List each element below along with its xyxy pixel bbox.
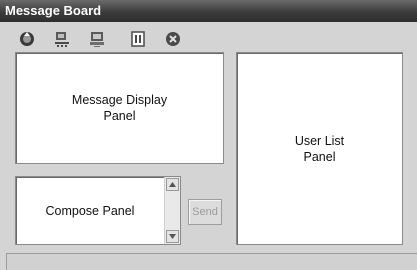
compose-input[interactable]: Compose Panel [16, 177, 164, 244]
network-button[interactable] [52, 29, 72, 49]
message-board-window: Message Board Message Display Panel User… [0, 0, 417, 270]
user-list-panel[interactable]: User List Panel [236, 52, 403, 245]
send-button[interactable]: Send [188, 199, 222, 225]
compose-label: Compose Panel [45, 203, 135, 218]
arrow-up-icon [169, 182, 176, 187]
network-icon [55, 32, 69, 47]
message-display-label: Message Display Panel [71, 93, 168, 123]
computer-button[interactable] [87, 29, 107, 49]
stop-button[interactable] [163, 29, 183, 49]
connect-icon [20, 32, 34, 46]
status-bar [6, 253, 417, 270]
compose-panel[interactable]: Compose Panel [15, 176, 181, 245]
compose-scrollbar[interactable] [164, 177, 180, 244]
computer-icon [90, 32, 104, 47]
scroll-up-button[interactable] [166, 178, 179, 191]
message-display-panel: Message Display Panel [15, 52, 224, 164]
connect-button[interactable] [17, 29, 37, 49]
window-title: Message Board [5, 3, 102, 18]
title-bar: Message Board [0, 0, 417, 22]
user-list-label: User List Panel [294, 133, 345, 164]
toolbar [0, 22, 417, 52]
arrow-down-icon [169, 234, 176, 239]
file-transfer-button[interactable] [128, 29, 148, 49]
stop-icon [166, 32, 180, 46]
send-label: Send [192, 206, 218, 218]
file-transfer-icon [131, 31, 145, 47]
scroll-down-button[interactable] [166, 230, 179, 243]
